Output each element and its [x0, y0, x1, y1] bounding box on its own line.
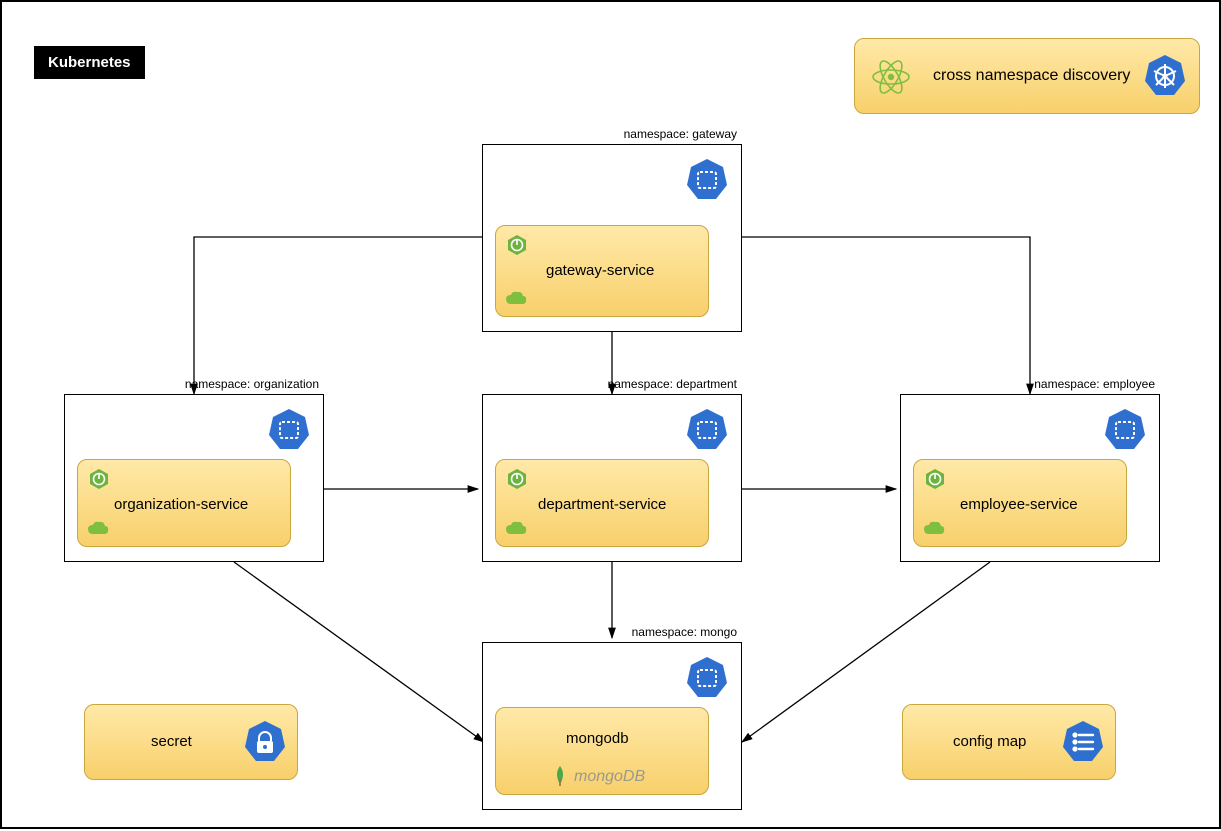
spring-boot-icon: [924, 468, 946, 490]
namespace-department: namespace: department department-service: [482, 394, 742, 562]
kubernetes-wheel-icon: [1143, 53, 1187, 97]
kubernetes-badge: Kubernetes: [34, 46, 145, 79]
banner-title: cross namespace discovery: [933, 67, 1130, 85]
service-organization: organization-service: [77, 459, 291, 547]
service-label: organization-service: [114, 496, 248, 513]
namespace-label: namespace: organization: [185, 377, 319, 391]
namespace-label: namespace: gateway: [624, 127, 737, 141]
diagram-canvas: Kubernetes cross namespace discovery: [0, 0, 1221, 829]
service-label: mongodb: [566, 730, 629, 747]
namespace-label: namespace: department: [608, 377, 737, 391]
service-gateway: gateway-service: [495, 225, 709, 317]
spring-boot-icon: [506, 468, 528, 490]
spring-boot-icon: [88, 468, 110, 490]
spring-boot-icon: [506, 234, 528, 256]
namespace-heptagon-icon: [685, 407, 729, 451]
configmap-heptagon-icon: [1061, 719, 1105, 763]
service-mongodb: mongodb mongoDB: [495, 707, 709, 795]
atom-icon: [869, 55, 913, 99]
secret-box: secret: [84, 704, 298, 780]
mongodb-leaf-icon: [552, 766, 568, 786]
service-label: employee-service: [960, 496, 1078, 513]
namespace-label: namespace: employee: [1034, 377, 1155, 391]
secret-label: secret: [151, 733, 192, 750]
namespace-label: namespace: mongo: [632, 625, 737, 639]
namespace-heptagon-icon: [267, 407, 311, 451]
namespace-organization: namespace: organization organization-ser…: [64, 394, 324, 562]
banner-cross-namespace-discovery: cross namespace discovery: [854, 38, 1200, 114]
service-label: gateway-service: [546, 262, 654, 279]
spring-cloud-icon: [86, 520, 110, 538]
namespace-mongo: namespace: mongo mongodb mongoDB: [482, 642, 742, 810]
service-employee: employee-service: [913, 459, 1127, 547]
service-label: department-service: [538, 496, 666, 513]
spring-cloud-icon: [922, 520, 946, 538]
namespace-heptagon-icon: [1103, 407, 1147, 451]
service-department: department-service: [495, 459, 709, 547]
namespace-employee: namespace: employee employee-service: [900, 394, 1160, 562]
secret-heptagon-icon: [243, 719, 287, 763]
namespace-heptagon-icon: [685, 655, 729, 699]
spring-cloud-icon: [504, 520, 528, 538]
spring-cloud-icon: [504, 290, 528, 308]
configmap-box: config map: [902, 704, 1116, 780]
mongodb-logo-text: mongoDB: [574, 768, 645, 786]
configmap-label: config map: [953, 733, 1026, 750]
namespace-gateway: namespace: gateway gateway-service: [482, 144, 742, 332]
namespace-heptagon-icon: [685, 157, 729, 201]
